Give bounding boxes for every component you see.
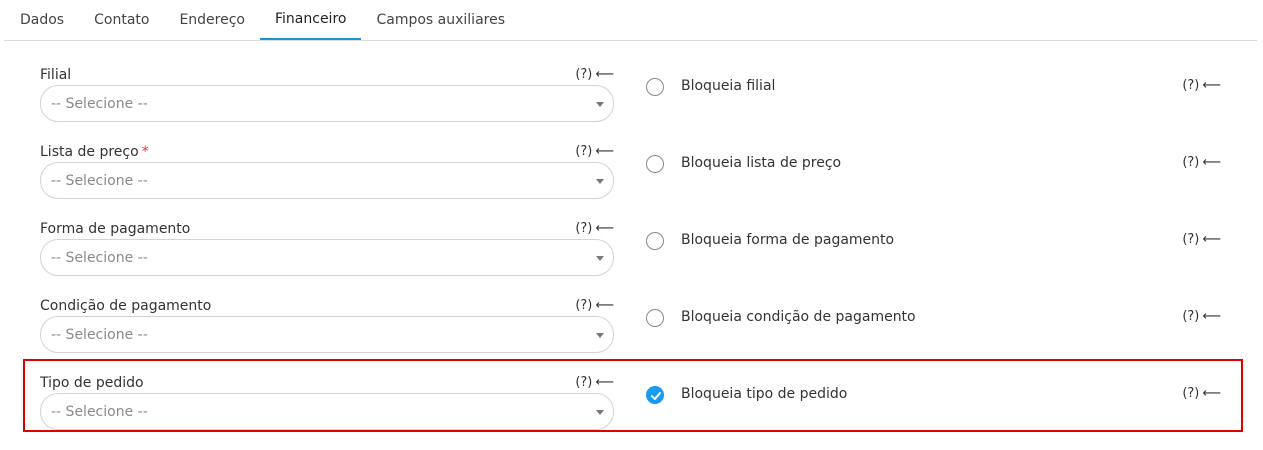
arrow-left-icon: ⟵ <box>595 221 614 236</box>
tab-financeiro[interactable]: Financeiro <box>260 0 362 40</box>
toggle-label: Bloqueia condição de pagamento <box>681 309 916 325</box>
select-placeholder: -- Selecione -- <box>51 95 148 112</box>
caret-down-icon <box>596 256 604 261</box>
condicao-de-pagamento-select[interactable]: -- Selecione -- <box>40 316 614 353</box>
select-placeholder: -- Selecione -- <box>51 172 148 189</box>
field-label: Condição de pagamento <box>40 298 212 314</box>
help-text: (?) <box>1182 232 1200 247</box>
help-text: (?) <box>1182 309 1200 324</box>
tab-dados[interactable]: Dados <box>4 0 79 40</box>
select-placeholder: -- Selecione -- <box>51 249 148 266</box>
arrow-left-icon: ⟵ <box>1202 232 1221 247</box>
help-button[interactable]: (?) ⟵ <box>575 298 614 313</box>
help-button[interactable]: (?) ⟵ <box>1182 78 1221 93</box>
toggle-label: Bloqueia forma de pagamento <box>681 232 895 248</box>
caret-down-icon <box>596 102 604 107</box>
help-button[interactable]: (?) ⟵ <box>575 67 614 82</box>
toggle-bloqueia-forma-de-pagamento[interactable]: Bloqueia forma de pagamento (?) ⟵ <box>646 231 1221 253</box>
radio-button-checked[interactable] <box>646 386 664 404</box>
arrow-left-icon: ⟵ <box>595 144 614 159</box>
radio-button[interactable] <box>646 155 664 173</box>
filial-select[interactable]: -- Selecione -- <box>40 85 614 122</box>
forma-de-pagamento-select[interactable]: -- Selecione -- <box>40 239 614 276</box>
help-button[interactable]: (?) ⟵ <box>1182 309 1221 324</box>
field-label: Lista de preço * <box>40 144 149 160</box>
arrow-left-icon: ⟵ <box>1202 78 1221 93</box>
help-text: (?) <box>575 298 593 313</box>
toggle-label: Bloqueia tipo de pedido <box>681 386 848 402</box>
field-label: Tipo de pedido <box>40 375 144 391</box>
required-mark: * <box>141 144 149 160</box>
tab-bar: Dados Contato Endereço Financeiro Campos… <box>4 0 1257 41</box>
tipo-de-pedido-select[interactable]: -- Selecione -- <box>40 393 614 430</box>
toggle-bloqueia-tipo-de-pedido[interactable]: Bloqueia tipo de pedido (?) ⟵ <box>646 385 1221 407</box>
caret-down-icon <box>596 179 604 184</box>
arrow-left-icon: ⟵ <box>595 67 614 82</box>
help-button[interactable]: (?) ⟵ <box>1182 155 1221 170</box>
caret-down-icon <box>596 333 604 338</box>
tab-endereco[interactable]: Endereço <box>164 0 260 40</box>
lista-de-preco-select[interactable]: -- Selecione -- <box>40 162 614 199</box>
help-button[interactable]: (?) ⟵ <box>575 144 614 159</box>
arrow-left-icon: ⟵ <box>595 298 614 313</box>
field-label: Forma de pagamento <box>40 221 191 237</box>
tab-campos-auxiliares[interactable]: Campos auxiliares <box>361 0 520 40</box>
toggle-bloqueia-filial[interactable]: Bloqueia filial (?) ⟵ <box>646 77 1221 99</box>
arrow-left-icon: ⟵ <box>595 375 614 390</box>
check-icon <box>651 392 661 400</box>
help-text: (?) <box>575 375 593 390</box>
caret-down-icon <box>596 410 604 415</box>
help-text: (?) <box>1182 78 1200 93</box>
radio-button[interactable] <box>646 232 664 250</box>
help-text: (?) <box>1182 386 1200 401</box>
toggle-label: Bloqueia filial <box>681 78 776 94</box>
field-label: Filial <box>40 67 72 83</box>
help-text: (?) <box>575 67 593 82</box>
toggle-bloqueia-lista-de-preco[interactable]: Bloqueia lista de preço (?) ⟵ <box>646 154 1221 176</box>
arrow-left-icon: ⟵ <box>1202 309 1221 324</box>
toggle-bloqueia-condicao-de-pagamento[interactable]: Bloqueia condição de pagamento (?) ⟵ <box>646 308 1221 330</box>
help-text: (?) <box>575 221 593 236</box>
help-button[interactable]: (?) ⟵ <box>1182 232 1221 247</box>
radio-button[interactable] <box>646 78 664 96</box>
help-text: (?) <box>1182 155 1200 170</box>
tab-contato[interactable]: Contato <box>79 0 164 40</box>
help-text: (?) <box>575 144 593 159</box>
arrow-left-icon: ⟵ <box>1202 155 1221 170</box>
help-button[interactable]: (?) ⟵ <box>1182 386 1221 401</box>
field-label-text: Lista de preço <box>40 144 139 160</box>
toggle-label: Bloqueia lista de preço <box>681 155 842 171</box>
arrow-left-icon: ⟵ <box>1202 386 1221 401</box>
select-placeholder: -- Selecione -- <box>51 326 148 343</box>
help-button[interactable]: (?) ⟵ <box>575 221 614 236</box>
radio-button[interactable] <box>646 309 664 327</box>
select-placeholder: -- Selecione -- <box>51 403 148 420</box>
help-button[interactable]: (?) ⟵ <box>575 375 614 390</box>
